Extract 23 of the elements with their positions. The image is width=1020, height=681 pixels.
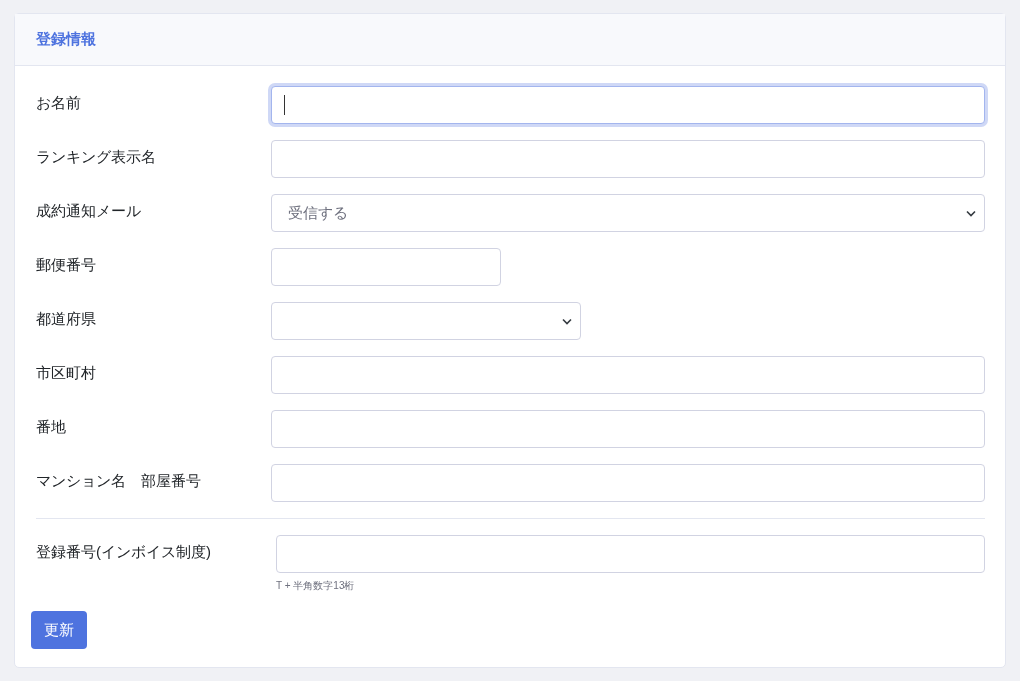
text-input[interactable] — [271, 248, 501, 286]
field-label: 都道府県 — [35, 309, 97, 329]
card-title: 登録情報 — [36, 30, 96, 47]
text-input[interactable] — [271, 464, 985, 502]
field-hint: T + 半角数字13桁 — [276, 579, 356, 593]
field-label: 番地 — [35, 417, 67, 437]
field-label: ランキング表示名 — [35, 147, 157, 167]
text-input[interactable] — [276, 535, 985, 573]
field-label: お名前 — [35, 93, 82, 113]
field-label: 登録番号(インボイス制度) — [36, 542, 212, 562]
select-dropdown[interactable]: 受信する — [271, 194, 985, 232]
chevron-down-icon — [562, 317, 572, 325]
text-input[interactable] — [271, 356, 985, 394]
text-input[interactable] — [271, 140, 985, 178]
text-input[interactable] — [271, 410, 985, 448]
field-label: 郵便番号 — [35, 255, 97, 275]
update-button[interactable]: 更新 — [31, 611, 87, 649]
select-dropdown[interactable] — [271, 302, 581, 340]
chevron-down-icon — [966, 209, 976, 217]
field-label: 市区町村 — [35, 363, 97, 383]
field-label: 成約通知メール — [35, 201, 142, 221]
field-label: マンション名 部屋番号 — [35, 471, 202, 491]
text-input[interactable] — [271, 86, 985, 124]
